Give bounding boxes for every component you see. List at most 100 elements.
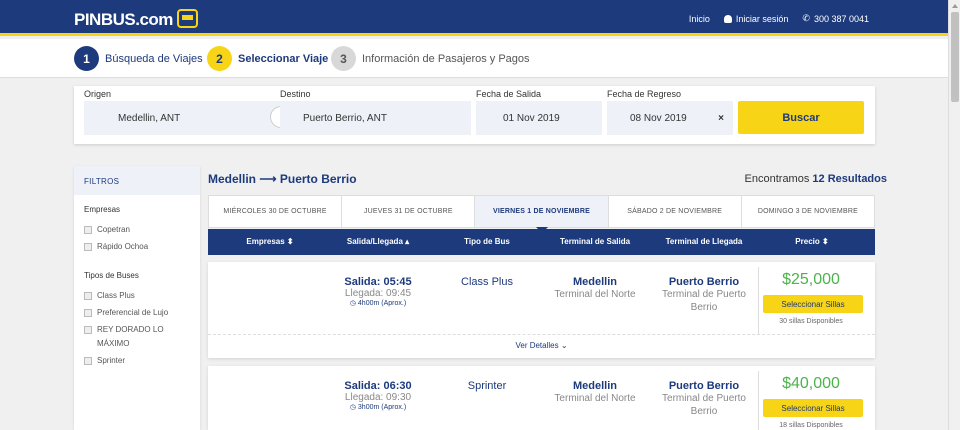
return-date-value: 08 Nov 2019 <box>630 112 687 124</box>
price-box: $25,000 Seleccionar Sillas 30 sillas Dis… <box>758 267 866 334</box>
pinbus-logo[interactable]: PINBUS.com <box>74 9 198 30</box>
step-number: 3 <box>331 46 356 71</box>
seats-available: 18 sillas Disponibles <box>779 422 843 429</box>
trip-price: $40,000 <box>782 375 840 392</box>
bus-type: Sprinter <box>467 380 507 392</box>
view-details-link[interactable]: Ver Detalles ⌄ <box>208 334 875 350</box>
filter-bus-class-plus[interactable]: Class Plus <box>74 289 200 303</box>
filter-company-copetran[interactable]: Copetran <box>74 223 200 237</box>
select-seats-button[interactable]: Seleccionar Sillas <box>763 399 863 417</box>
filter-option-label: Sprinter <box>97 356 126 365</box>
destination-terminal: Terminal de Puerto Berrio <box>662 289 746 313</box>
step-label: Búsqueda de Viajes <box>105 52 203 65</box>
checkbox[interactable] <box>84 292 92 300</box>
select-seats-button[interactable]: Seleccionar Sillas <box>763 295 863 313</box>
nav-home-link[interactable]: Inicio <box>689 13 710 24</box>
origin-label: Origen <box>84 89 112 99</box>
return-date-field[interactable]: 08 Nov 2019 × <box>607 101 733 135</box>
step-number: 1 <box>74 46 99 71</box>
checkbox[interactable] <box>84 309 92 317</box>
checkbox[interactable] <box>84 326 92 334</box>
destination-label: Destino <box>280 89 311 99</box>
filter-bus-rey-dorado[interactable]: REY DORADO LO MÁXIMO <box>74 323 200 351</box>
checkbox[interactable] <box>84 226 92 234</box>
search-form: Origen Medellin, ANT Destino Puerto Berr… <box>74 86 875 144</box>
duration: ◷ 3h00m (Aprox.) <box>349 404 407 411</box>
bus-icon <box>176 9 198 28</box>
filters-panel: FILTROS Empresas Copetran Rápido Ochoa T… <box>74 166 200 430</box>
results-number: 12 Resultados <box>812 173 887 185</box>
date-tabs: MIÉRCOLES 30 DE OCTUBRE JUEVES 31 DE OCT… <box>208 195 875 233</box>
filter-option-label: Preferencial de Lujo <box>97 308 169 317</box>
origin-terminal: Terminal del Norte <box>554 289 636 300</box>
checkbox[interactable] <box>84 243 92 251</box>
date-tab[interactable]: MIÉRCOLES 30 DE OCTUBRE <box>209 196 343 227</box>
date-tab[interactable]: DOMINGO 3 DE NOVIEMBRE <box>742 196 874 227</box>
search-button[interactable]: Buscar <box>738 101 864 134</box>
origin-city: Medellin <box>572 380 617 392</box>
top-nav: Inicio Iniciar sesión ✆ 300 387 0041 <box>689 13 869 24</box>
clear-return-date-icon[interactable]: × <box>718 113 724 124</box>
date-tab[interactable]: JUEVES 31 DE OCTUBRE <box>342 196 476 227</box>
sort-salida-llegada[interactable]: Salida/Llegada ▴ <box>347 237 409 246</box>
col-terminal-salida: Terminal de Salida <box>559 237 631 246</box>
arrival-time: Llegada: 09:30 <box>344 392 412 403</box>
step-label: Seleccionar Viaje <box>238 52 329 65</box>
seats-available: 30 sillas Disponibles <box>779 318 843 325</box>
date-tab-active[interactable]: VIERNES 1 DE NOVIEMBRE <box>475 196 609 233</box>
checkbox[interactable] <box>84 357 92 365</box>
companies-filter-label: Empresas <box>84 205 121 214</box>
filter-company-rapido-ochoa[interactable]: Rápido Ochoa <box>74 240 200 254</box>
bus-type: Class Plus <box>461 276 513 288</box>
page-scrollbar[interactable] <box>948 0 960 430</box>
trip-card: Salida: 06:30 Llegada: 09:30 ◷ 3h00m (Apro… <box>208 366 875 430</box>
results-table-header: Empresas ⬍ Salida/Llegada ▴ Tipo de Bus … <box>208 229 875 255</box>
origin-city: Medellin <box>572 276 617 288</box>
step-search[interactable]: 1 Búsqueda de Viajes <box>74 46 203 71</box>
arrival-time: Llegada: 09:45 <box>344 288 412 299</box>
filter-option-label: Rápido Ochoa <box>97 242 149 251</box>
user-icon <box>723 14 732 23</box>
nav-login-link[interactable]: Iniciar sesión <box>723 13 788 24</box>
results-count: Encontramos 12 Resultados <box>745 173 887 185</box>
price-box: $40,000 Seleccionar Sillas 18 sillas Dis… <box>758 371 866 430</box>
sort-precio[interactable]: Precio ⬍ <box>795 237 828 246</box>
scroll-up-arrow-icon[interactable] <box>952 4 958 8</box>
step-passengers-payment: 3 Información de Pasajeros y Pagos <box>331 46 530 71</box>
duration: ◷ 4h00m (Aprox.) <box>349 300 407 307</box>
col-tipo-bus: Tipo de Bus <box>464 237 510 246</box>
return-date-label: Fecha de Regreso <box>607 89 682 99</box>
filter-option-label: REY DORADO LO MÁXIMO <box>97 325 164 348</box>
trip-price: $25,000 <box>782 271 840 288</box>
scroll-thumb[interactable] <box>951 12 959 102</box>
nav-phone[interactable]: ✆ 300 387 0041 <box>802 13 869 24</box>
destination-city: Puerto Berrio <box>668 276 740 288</box>
origin-field[interactable]: Medellin, ANT <box>84 101 280 135</box>
filter-option-label: Class Plus <box>97 291 135 300</box>
col-terminal-llegada: Terminal de Llegada <box>665 237 743 246</box>
filters-title: FILTROS <box>74 166 200 195</box>
route-title: Medellin ⟶ Puerto Berrio <box>208 172 357 186</box>
departure-time: Salida: 05:45 <box>344 276 412 288</box>
origin-terminal: Terminal del Norte <box>554 393 636 404</box>
step-select-trip: 2 Seleccionar Viaje <box>207 46 328 71</box>
destination-city: Puerto Berrio <box>668 380 740 392</box>
step-label: Información de Pasajeros y Pagos <box>362 52 530 65</box>
destination-terminal: Terminal de Puerto Berrio <box>662 393 746 417</box>
step-number: 2 <box>207 46 232 71</box>
sort-empresas[interactable]: Empresas ⬍ <box>246 237 293 246</box>
top-navbar: PINBUS.com Inicio Iniciar sesión ✆ 300 38… <box>0 0 948 36</box>
trip-card: Salida: 05:45 Llegada: 09:45 ◷ 4h00m (Apro… <box>208 262 875 358</box>
date-tab[interactable]: SÁBADO 2 DE NOVIEMBRE <box>609 196 742 227</box>
results-prefix: Encontramos <box>744 173 810 185</box>
filter-bus-preferencial[interactable]: Preferencial de Lujo <box>74 306 200 320</box>
phone-icon: ✆ <box>802 13 810 23</box>
booking-steps: 1 Búsqueda de Viajes 2 Seleccionar Viaje 3… <box>0 39 948 78</box>
bus-types-filter-label: Tipos de Buses <box>84 271 139 280</box>
filter-bus-sprinter[interactable]: Sprinter <box>74 354 200 368</box>
destination-field[interactable]: Puerto Berrio, ANT <box>280 101 471 135</box>
departure-time: Salida: 06:30 <box>344 380 412 392</box>
filter-option-label: Copetran <box>97 225 130 234</box>
departure-date-field[interactable]: 01 Nov 2019 <box>476 101 602 135</box>
departure-date-label: Fecha de Salida <box>476 89 542 99</box>
